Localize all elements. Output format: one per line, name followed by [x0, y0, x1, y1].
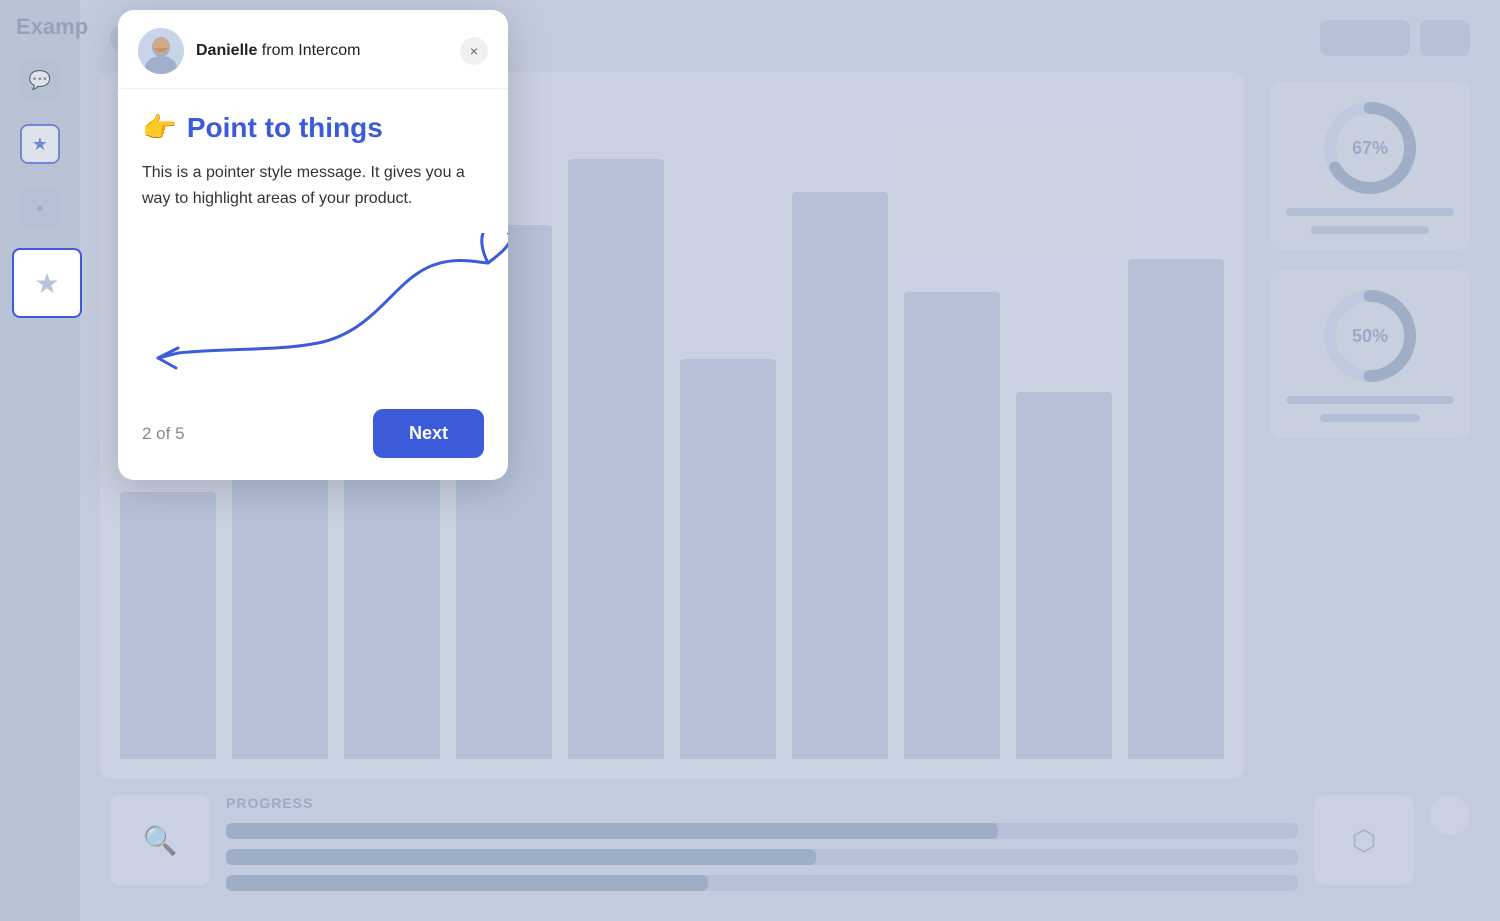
- close-button[interactable]: ×: [460, 37, 488, 65]
- tooltip-title-row: 👉 Point to things: [142, 111, 484, 144]
- tooltip-footer: 2 of 5 Next: [118, 393, 508, 480]
- sender-info: Danielle from Intercom: [196, 42, 448, 60]
- tooltip-title: Point to things: [187, 112, 383, 144]
- step-indicator: 2 of 5: [142, 424, 185, 444]
- pointer-emoji: 👉: [142, 111, 177, 144]
- sender-name-rest: from Intercom: [257, 42, 360, 59]
- avatar: [138, 28, 184, 74]
- arrow-area: [118, 233, 508, 393]
- arrow-drawing: [118, 233, 508, 393]
- next-button[interactable]: Next: [373, 409, 484, 458]
- star-highlight-box: ★: [12, 248, 82, 318]
- sender-name: Danielle from Intercom: [196, 42, 448, 60]
- tooltip-message: This is a pointer style message. It give…: [142, 160, 484, 211]
- sender-name-bold: Danielle: [196, 42, 257, 59]
- tooltip-popup: Danielle from Intercom × 👉 Point to thin…: [118, 10, 508, 480]
- star-icon-highlighted: ★: [34, 267, 59, 300]
- tooltip-header: Danielle from Intercom ×: [118, 10, 508, 89]
- tooltip-body: 👉 Point to things This is a pointer styl…: [118, 89, 508, 233]
- avatar-image: [138, 28, 184, 74]
